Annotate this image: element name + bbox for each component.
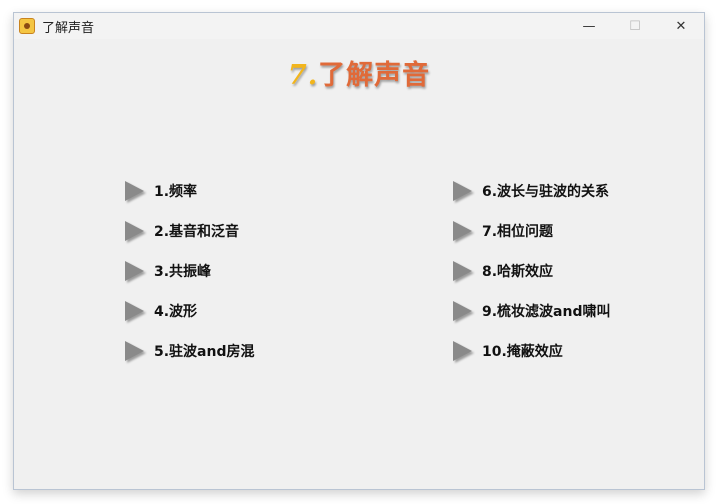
window-title: 了解声音 (42, 20, 95, 36)
menu-item-comb-filter-feedback[interactable]: 9.梳妆滤波and啸叫 (453, 301, 611, 321)
menu-item-label: 8.哈斯效应 (482, 264, 554, 280)
menu-item-waveform[interactable]: 4.波形 (125, 301, 197, 321)
menu-item-label: 2.基音和泛音 (154, 224, 240, 240)
menu-item-label: 9.梳妆滤波and啸叫 (482, 304, 611, 320)
play-arrow-icon (453, 341, 472, 361)
menu-item-phase[interactable]: 7.相位问题 (453, 221, 553, 241)
play-arrow-icon (453, 261, 472, 281)
menu-item-label: 5.驻波and房混 (154, 344, 255, 360)
play-arrow-icon (453, 181, 472, 201)
menu-item-label: 4.波形 (154, 304, 198, 320)
app-window: 了解声音 — ☐ ✕ 7.了解声音 1.频率 2.基音和泛音 3.共振峰 4.波… (13, 12, 705, 490)
menu-item-label: 1.频率 (154, 184, 198, 200)
play-arrow-icon (453, 301, 472, 321)
close-button[interactable]: ✕ (658, 13, 704, 39)
menu-item-label: 7.相位问题 (482, 224, 554, 240)
menu-item-fundamental-overtones[interactable]: 2.基音和泛音 (125, 221, 239, 241)
menu-item-standing-waves-room[interactable]: 5.驻波and房混 (125, 341, 255, 361)
play-arrow-icon (125, 341, 144, 361)
play-arrow-icon (125, 181, 144, 201)
menu-item-masking-effect[interactable]: 10.掩蔽效应 (453, 341, 563, 361)
play-arrow-icon (125, 301, 144, 321)
menu-item-wavelength-standing-wave[interactable]: 6.波长与驻波的关系 (453, 181, 609, 201)
minimize-button[interactable]: — (566, 13, 612, 39)
menu-item-label: 6.波长与驻波的关系 (482, 184, 610, 200)
page-title: 7.了解声音 (14, 53, 704, 92)
play-arrow-icon (453, 221, 472, 241)
page-title-number: 7. (287, 60, 319, 91)
page-title-text: 了解声音 (318, 60, 431, 91)
menu-item-label: 3.共振峰 (154, 264, 212, 280)
window-controls: — ☐ ✕ (566, 13, 704, 39)
play-arrow-icon (125, 261, 144, 281)
menu-item-formant[interactable]: 3.共振峰 (125, 261, 211, 281)
menu-item-frequency[interactable]: 1.频率 (125, 181, 197, 201)
play-arrow-icon (125, 221, 144, 241)
menu-item-label: 10.掩蔽效应 (482, 344, 563, 360)
app-icon (19, 18, 35, 34)
maximize-button[interactable]: ☐ (612, 13, 658, 39)
menu-item-haas-effect[interactable]: 8.哈斯效应 (453, 261, 553, 281)
title-bar[interactable]: 了解声音 — ☐ ✕ (14, 13, 704, 39)
